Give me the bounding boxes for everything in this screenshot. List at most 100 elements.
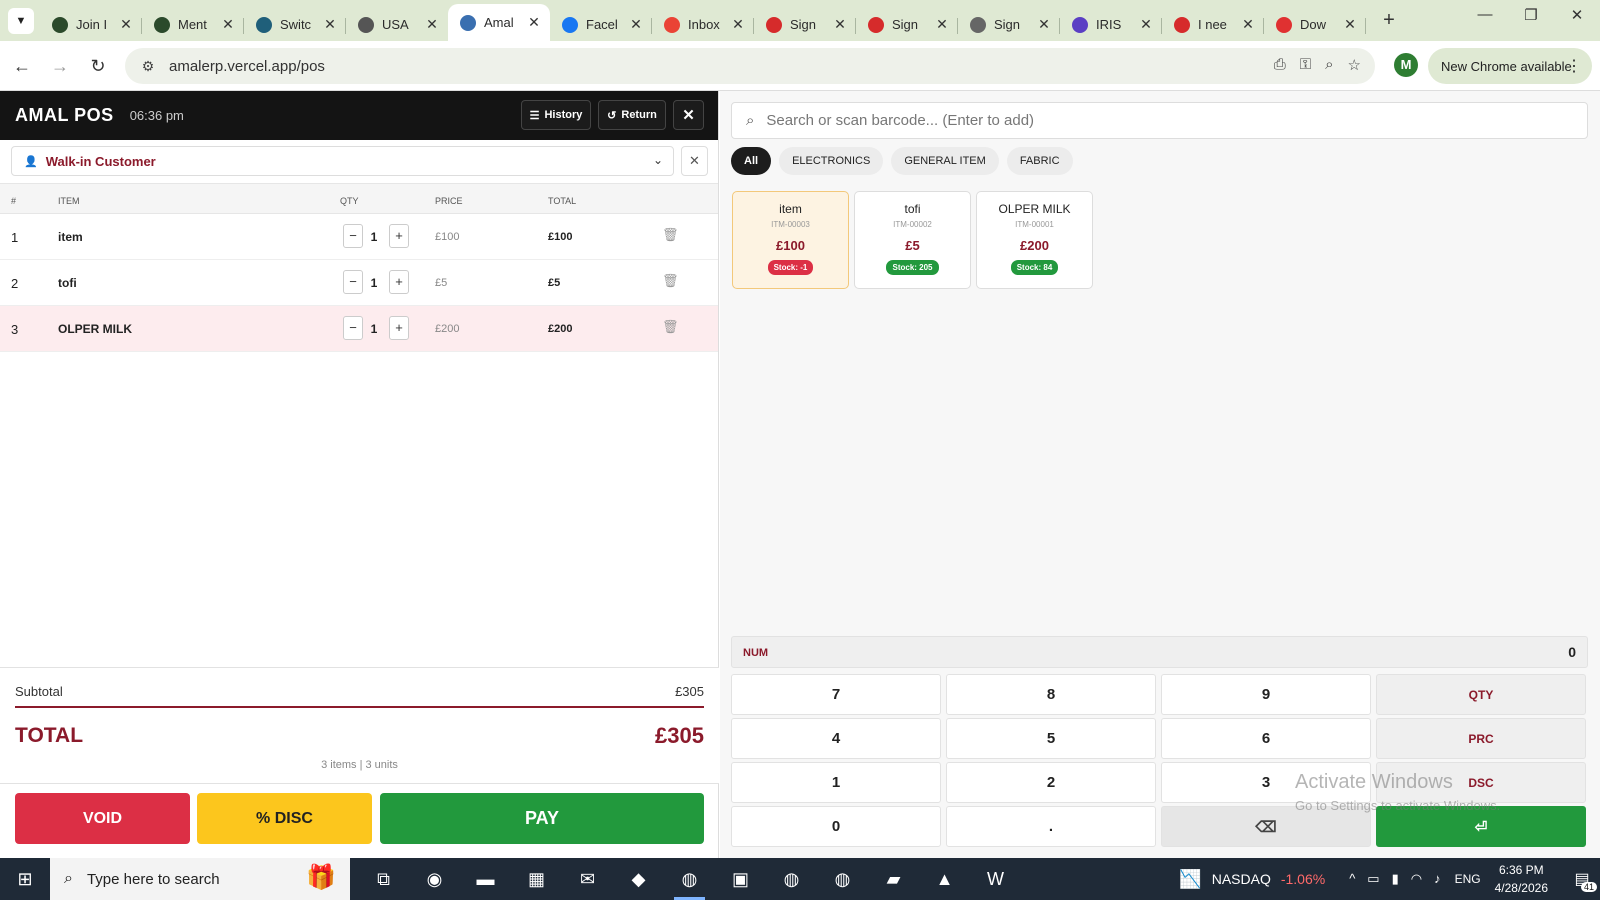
keypad-key[interactable]: 1 <box>731 762 941 803</box>
category-chip[interactable]: GENERAL ITEM <box>891 147 999 175</box>
notification-center-button[interactable]: ▤ 41 <box>1564 858 1600 900</box>
keypad-fn-key[interactable]: QTY <box>1376 674 1586 715</box>
close-tab-icon[interactable]: ✕ <box>730 16 746 33</box>
language-indicator[interactable]: ENG <box>1455 872 1481 886</box>
close-tab-icon[interactable]: ✕ <box>526 14 542 31</box>
keypad-key[interactable]: 2 <box>946 762 1156 803</box>
install-app-icon[interactable]: ⎙ <box>1274 56 1286 74</box>
restore-button[interactable]: ❐ <box>1516 6 1546 24</box>
start-button[interactable]: ⊞ <box>0 858 50 900</box>
close-window-button[interactable]: ✕ <box>1562 6 1592 24</box>
photos-taskbar-icon[interactable]: ▲ <box>919 858 970 900</box>
category-chip[interactable]: All <box>731 147 772 175</box>
return-button[interactable]: ↺ Return <box>598 100 666 130</box>
browser-tab[interactable]: IRIS ✕ <box>1060 8 1162 41</box>
keypad-key[interactable]: 0 <box>731 806 941 847</box>
meet-icon[interactable]: ▭ <box>1367 871 1379 887</box>
close-tab-icon[interactable]: ✕ <box>1240 16 1256 33</box>
browser-tab[interactable]: Ment ✕ <box>142 8 244 41</box>
decrease-qty-button[interactable]: − <box>343 316 363 340</box>
product-card[interactable]: item ITM-00003 £100 Stock: -1 <box>732 191 849 289</box>
forward-button[interactable]: → <box>48 54 72 78</box>
close-tab-icon[interactable]: ✕ <box>220 16 236 33</box>
trash-icon[interactable]: 🗑 <box>662 273 679 289</box>
close-pos-button[interactable]: ✕ <box>673 100 704 130</box>
zoom-icon[interactable]: ⌕ <box>1325 56 1333 74</box>
browser-tab[interactable]: Facel ✕ <box>550 8 652 41</box>
app-taskbar-icon[interactable]: ◆ <box>613 858 664 900</box>
stock-chart-icon[interactable]: 📉 <box>1179 869 1201 890</box>
keypad-key[interactable]: 9 <box>1161 674 1371 715</box>
browser-tab[interactable]: Sign ✕ <box>754 8 856 41</box>
close-tab-icon[interactable]: ✕ <box>1342 16 1358 33</box>
increase-qty-button[interactable]: + <box>389 270 409 294</box>
discount-button[interactable]: % DISC <box>197 793 372 844</box>
browser-tab[interactable]: I nee ✕ <box>1162 8 1264 41</box>
keypad-fn-key[interactable]: PRC <box>1376 718 1586 759</box>
browser-tab[interactable]: Switc ✕ <box>244 8 346 41</box>
word-taskbar-icon[interactable]: W <box>970 858 1021 900</box>
chevron-up-icon[interactable]: ^ <box>1349 871 1355 887</box>
decrease-qty-button[interactable]: − <box>343 224 363 248</box>
browser-tab[interactable]: Sign ✕ <box>856 8 958 41</box>
history-button[interactable]: ☰ History <box>521 100 591 130</box>
trash-icon[interactable]: 🗑 <box>662 319 679 335</box>
cart-row[interactable]: 3 OLPER MILK −1 + £200 £200 🗑 <box>0 306 718 352</box>
chrome2-taskbar-icon[interactable]: ◍ <box>766 858 817 900</box>
pay-button[interactable]: PAY <box>380 793 704 844</box>
address-bar[interactable]: ⚙ amalerp.vercel.app/pos ⎙ ⚿ ⌕ ☆ <box>125 48 1375 84</box>
close-tab-icon[interactable]: ✕ <box>934 16 950 33</box>
trash-icon[interactable]: 🗑 <box>662 227 679 243</box>
keypad-key[interactable]: 8 <box>946 674 1156 715</box>
ticker-name[interactable]: NASDAQ <box>1212 871 1271 887</box>
reload-button[interactable]: ↻ <box>86 54 110 78</box>
clear-customer-button[interactable]: ✕ <box>681 146 708 176</box>
keypad-key[interactable]: 6 <box>1161 718 1371 759</box>
close-tab-icon[interactable]: ✕ <box>628 16 644 33</box>
task-view-taskbar-icon[interactable]: ⧉ <box>358 858 409 900</box>
product-card[interactable]: tofi ITM-00002 £5 Stock: 205 <box>854 191 971 289</box>
back-button[interactable]: ← <box>10 54 34 78</box>
keypad-key[interactable]: . <box>946 806 1156 847</box>
decrease-qty-button[interactable]: − <box>343 270 363 294</box>
minimize-button[interactable]: — <box>1470 6 1500 23</box>
cart-row[interactable]: 2 tofi −1 + £5 £5 🗑 <box>0 260 718 306</box>
cart-row[interactable]: 1 item −1 + £100 £100 🗑 <box>0 214 718 260</box>
site-settings-icon[interactable]: ⚙ <box>133 58 163 75</box>
customer-select[interactable]: 👤 Walk-in Customer ⌄ <box>11 146 674 176</box>
browser-tab[interactable]: Join I ✕ <box>40 8 142 41</box>
browser-tab[interactable]: Sign ✕ <box>958 8 1060 41</box>
void-button[interactable]: VOID <box>15 793 190 844</box>
keypad-key[interactable]: 5 <box>946 718 1156 759</box>
close-tab-icon[interactable]: ✕ <box>1138 16 1154 33</box>
browser-tab[interactable]: Dow ✕ <box>1264 8 1366 41</box>
increase-qty-button[interactable]: + <box>389 224 409 248</box>
wifi-icon[interactable]: ◠ <box>1411 871 1422 887</box>
store-taskbar-icon[interactable]: ▦ <box>511 858 562 900</box>
outlook-taskbar-icon[interactable]: ✉ <box>562 858 613 900</box>
browser-tab[interactable]: USA ✕ <box>346 8 448 41</box>
password-key-icon[interactable]: ⚿ <box>1300 56 1311 74</box>
browser-tab[interactable]: Inbox ✕ <box>652 8 754 41</box>
edge-taskbar-icon[interactable]: ◉ <box>409 858 460 900</box>
battery-icon[interactable]: ▮ <box>1392 871 1399 887</box>
taskbar-search[interactable]: ⌕ Type here to search 🎁 <box>50 858 350 900</box>
product-search-input[interactable] <box>766 112 1527 129</box>
bookmark-star-icon[interactable]: ☆ <box>1348 56 1361 74</box>
volume-icon[interactable]: ♪ <box>1434 871 1441 887</box>
product-card[interactable]: OLPER MILK ITM-00001 £200 Stock: 84 <box>976 191 1093 289</box>
browser-tab[interactable]: Amal ✕ <box>448 4 550 41</box>
tab-search-button[interactable]: ▼ <box>8 8 34 34</box>
category-chip[interactable]: FABRIC <box>1006 147 1073 175</box>
chrome-taskbar-icon[interactable]: ◍ <box>664 858 715 900</box>
keypad-key[interactable]: 7 <box>731 674 941 715</box>
file-explorer-taskbar-icon[interactable]: ▬ <box>460 858 511 900</box>
clock[interactable]: 6:36 PM 4/28/2026 <box>1495 861 1548 897</box>
profile-avatar[interactable]: M <box>1394 53 1418 77</box>
increase-qty-button[interactable]: + <box>389 316 409 340</box>
new-chrome-available-button[interactable]: New Chrome available ⋮ <box>1428 48 1592 84</box>
chrome3-taskbar-icon[interactable]: ◍ <box>817 858 868 900</box>
keypad-key[interactable]: 4 <box>731 718 941 759</box>
close-tab-icon[interactable]: ✕ <box>832 16 848 33</box>
new-tab-button[interactable]: + <box>1376 8 1402 34</box>
